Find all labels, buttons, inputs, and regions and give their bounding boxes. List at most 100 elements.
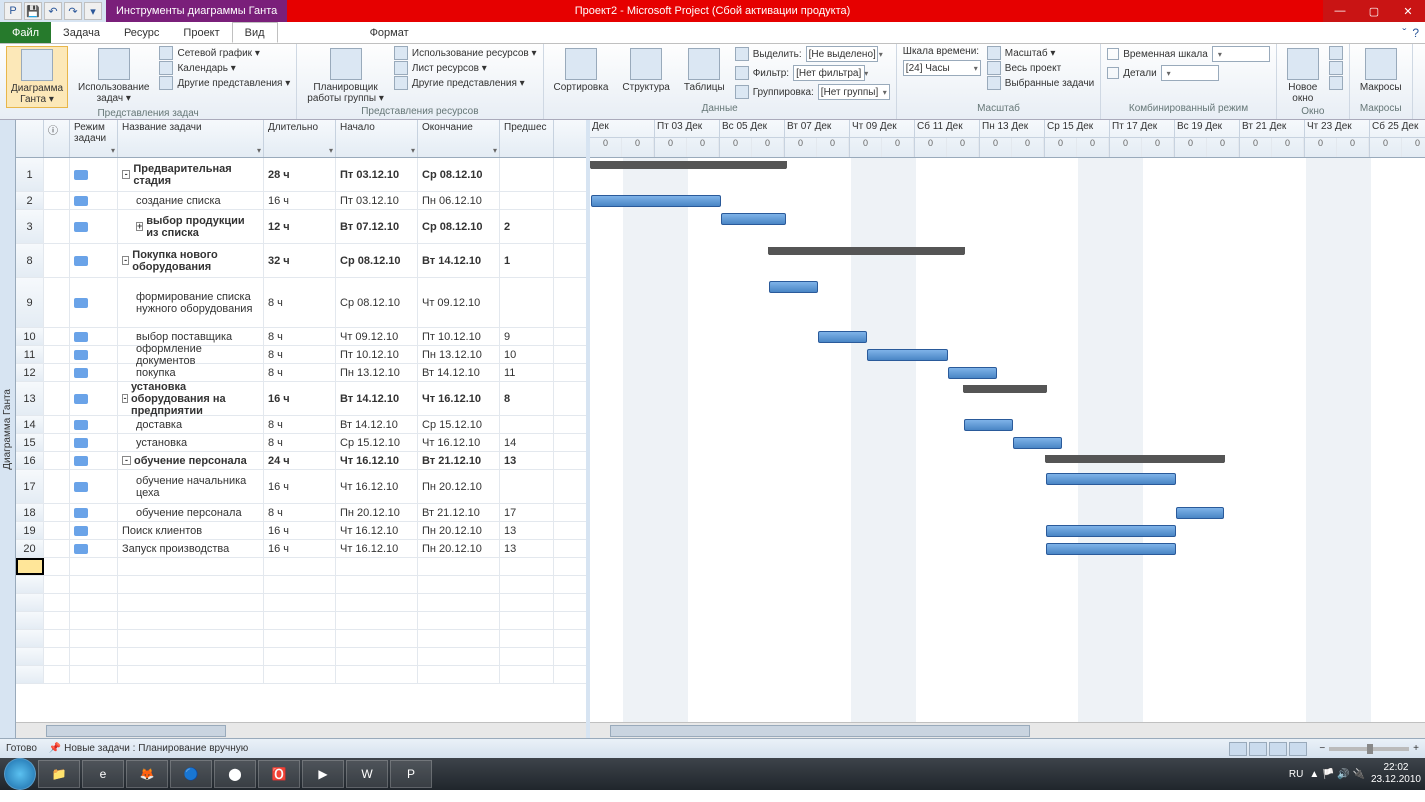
cell-name[interactable]: -Предварительная стадия: [118, 158, 264, 191]
resource-usage-button[interactable]: Использование ресурсов ▾: [394, 46, 537, 60]
hide-button[interactable]: [1329, 76, 1343, 90]
cell-duration[interactable]: 8 ч: [264, 364, 336, 381]
gantt-task-bar[interactable]: [1176, 507, 1225, 519]
cell-start[interactable]: Вт 14.12.10: [336, 382, 418, 415]
cell-start[interactable]: Пт 03.12.10: [336, 158, 418, 191]
cell-pred[interactable]: 13: [500, 522, 554, 539]
cell-duration[interactable]: 32 ч: [264, 244, 336, 277]
network-diagram-button[interactable]: Сетевой график ▾: [159, 46, 290, 60]
taskbar-app1[interactable]: 🦊: [126, 760, 168, 788]
cell-end[interactable]: Чт 09.12.10: [418, 278, 500, 327]
row-number[interactable]: 9: [16, 278, 44, 327]
redo-icon[interactable]: ↷: [64, 2, 82, 20]
cell-end[interactable]: Пт 10.12.10: [418, 328, 500, 345]
taskbar-app4[interactable]: ▶: [302, 760, 344, 788]
tab-view[interactable]: Вид: [232, 22, 278, 43]
table-row[interactable]: 8-Покупка нового оборудования32 чСр 08.1…: [16, 244, 586, 278]
tray-lang[interactable]: RU: [1289, 769, 1303, 780]
sort-button[interactable]: Сортировка: [550, 46, 613, 95]
cell-start[interactable]: Ср 08.12.10: [336, 278, 418, 327]
cell-duration[interactable]: 28 ч: [264, 158, 336, 191]
taskbar-word[interactable]: W: [346, 760, 388, 788]
cell-duration[interactable]: 16 ч: [264, 540, 336, 557]
cell-duration[interactable]: 8 ч: [264, 346, 336, 363]
cell-end[interactable]: Ср 08.12.10: [418, 158, 500, 191]
gantt-task-bar[interactable]: [721, 213, 786, 225]
cell-end[interactable]: Пн 20.12.10: [418, 522, 500, 539]
taskbar-ie[interactable]: e: [82, 760, 124, 788]
table-row[interactable]: 18обучение персонала8 чПн 20.12.10Вт 21.…: [16, 504, 586, 522]
new-window-button[interactable]: Новое окно: [1283, 46, 1323, 106]
highlight-combo[interactable]: [Не выделено]▾: [806, 46, 878, 62]
minimize-button[interactable]: —: [1323, 0, 1357, 22]
cell-pred[interactable]: 9: [500, 328, 554, 345]
view-shortcuts[interactable]: [1229, 742, 1307, 756]
cell-duration[interactable]: 16 ч: [264, 382, 336, 415]
details-checkbox[interactable]: Детали ▾: [1107, 65, 1270, 81]
tab-resource[interactable]: Ресурс: [112, 22, 171, 43]
cell-pred[interactable]: 13: [500, 452, 554, 469]
gantt-summary-bar[interactable]: [769, 247, 964, 255]
cell-end[interactable]: Ср 08.12.10: [418, 210, 500, 243]
cell-start[interactable]: Ср 08.12.10: [336, 244, 418, 277]
cell-pred[interactable]: [500, 416, 554, 433]
cell-duration[interactable]: 8 ч: [264, 504, 336, 521]
cell-name[interactable]: обучение начальника цеха: [118, 470, 264, 503]
cell-pred[interactable]: 10: [500, 346, 554, 363]
cell-pred[interactable]: [500, 278, 554, 327]
switch-windows-button[interactable]: [1329, 46, 1343, 60]
col-info[interactable]: ⓘ: [44, 120, 70, 157]
team-planner-button[interactable]: Планировщик работы группы ▾: [303, 46, 388, 106]
cell-end[interactable]: Пн 06.12.10: [418, 192, 500, 209]
cell-end[interactable]: Вт 21.12.10: [418, 504, 500, 521]
cell-start[interactable]: Вт 14.12.10: [336, 416, 418, 433]
row-number[interactable]: 2: [16, 192, 44, 209]
cell-pred[interactable]: [500, 470, 554, 503]
start-button[interactable]: [4, 758, 36, 790]
calendar-button[interactable]: Календарь ▾: [159, 61, 290, 75]
timeline-checkbox[interactable]: Временная шкала ▾: [1107, 46, 1270, 62]
cell-name[interactable]: доставка: [118, 416, 264, 433]
tab-project[interactable]: Проект: [171, 22, 231, 43]
zoom-slider[interactable]: −+: [1319, 743, 1419, 754]
table-row[interactable]: 16-обучение персонала24 чЧт 16.12.10Вт 2…: [16, 452, 586, 470]
row-number[interactable]: 19: [16, 522, 44, 539]
cell-pred[interactable]: 8: [500, 382, 554, 415]
row-number[interactable]: 8: [16, 244, 44, 277]
other-resource-views-button[interactable]: Другие представления ▾: [394, 76, 537, 90]
table-row[interactable]: 14доставка8 чВт 14.12.10Ср 15.12.10: [16, 416, 586, 434]
save-icon[interactable]: 💾: [24, 2, 42, 20]
col-duration[interactable]: Длительно▾: [264, 120, 336, 157]
row-number[interactable]: 16: [16, 452, 44, 469]
cell-duration[interactable]: 8 ч: [264, 278, 336, 327]
col-name[interactable]: Название задачи▾: [118, 120, 264, 157]
gantt-task-bar[interactable]: [1046, 543, 1176, 555]
cell-start[interactable]: Пт 03.12.10: [336, 192, 418, 209]
view-side-tab[interactable]: Диаграмма Ганта: [0, 120, 16, 738]
col-end[interactable]: Окончание▾: [418, 120, 500, 157]
cell-duration[interactable]: 16 ч: [264, 192, 336, 209]
gantt-task-bar[interactable]: [1046, 525, 1176, 537]
cell-name[interactable]: Поиск клиентов: [118, 522, 264, 539]
cell-end[interactable]: Чт 16.12.10: [418, 434, 500, 451]
cell-duration[interactable]: 12 ч: [264, 210, 336, 243]
row-number[interactable]: 14: [16, 416, 44, 433]
cell-name[interactable]: Запуск производства: [118, 540, 264, 557]
table-row[interactable]: 1-Предварительная стадия28 чПт 03.12.10С…: [16, 158, 586, 192]
cell-name[interactable]: -обучение персонала: [118, 452, 264, 469]
other-views-button[interactable]: Другие представления ▾: [159, 76, 290, 90]
cell-name[interactable]: формирование списка нужного оборудования: [118, 278, 264, 327]
cell-pred[interactable]: 17: [500, 504, 554, 521]
cell-start[interactable]: Чт 09.12.10: [336, 328, 418, 345]
col-rownum[interactable]: [16, 120, 44, 157]
cell-start[interactable]: Чт 16.12.10: [336, 470, 418, 503]
gantt-body[interactable]: [590, 158, 1425, 722]
col-predecessor[interactable]: Предшес: [500, 120, 554, 157]
selected-tasks-button[interactable]: Выбранные задачи: [987, 76, 1094, 90]
tab-task[interactable]: Задача: [51, 22, 112, 43]
gantt-summary-bar[interactable]: [964, 385, 1045, 393]
gantt-task-bar[interactable]: [867, 349, 948, 361]
cell-name[interactable]: -установка оборудования на предприятии: [118, 382, 264, 415]
cell-name[interactable]: создание списка: [118, 192, 264, 209]
cell-name[interactable]: оформление документов: [118, 346, 264, 363]
